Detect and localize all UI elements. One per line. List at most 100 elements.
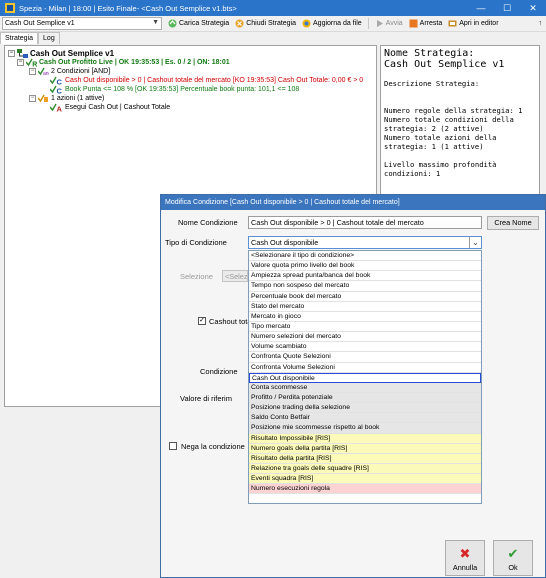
tree-condition-1-label: Cash Out disponibile > 0 | Cashout total… — [65, 77, 364, 84]
tree-rule-label: Cash Out Profitto Live | OK 19:35:53 | E… — [39, 59, 230, 66]
dropdown-option[interactable]: Numero esecuzioni regola — [249, 484, 481, 495]
maximize-button[interactable]: ☐ — [494, 0, 520, 16]
dropdown-option[interactable]: Confronta Quote Selezioni — [249, 352, 481, 363]
chevron-down-icon[interactable]: ⌄ — [469, 237, 481, 248]
collapse-icon[interactable]: − — [29, 95, 36, 102]
dropdown-option[interactable]: Numero selezioni del mercato — [249, 332, 481, 343]
collapse-icon[interactable]: − — [8, 50, 15, 57]
dropdown-option[interactable]: Saldo Conto Betfair — [249, 413, 481, 424]
tree-condition-1[interactable]: C Cash Out disponibile > 0 | Cashout tot… — [50, 76, 363, 85]
tree-action-1[interactable]: A Esegui Cash Out | Cashout Totale — [50, 103, 170, 112]
arresta-label: Arresta — [419, 20, 443, 27]
tipo-condizione-select[interactable]: Cash Out disponibile ⌄ — [248, 236, 482, 249]
arresta-button[interactable]: Arresta — [409, 19, 443, 28]
tipo-condizione-label: Tipo di Condizione — [165, 238, 227, 247]
pin-icon[interactable]: ↑ — [539, 20, 543, 27]
dialog-title: Modifica Condizione [Cash Out disponibil… — [161, 195, 545, 210]
tree-and-group-label: 2 Condizioni [AND] — [51, 68, 111, 75]
description-line: Numero regole della strategia: 1 — [384, 106, 523, 115]
toolbar-separator — [367, 18, 369, 29]
dropdown-option[interactable]: Ampiezza spread punta/banca del book — [249, 271, 481, 282]
dropdown-option-selected[interactable]: Cash Out disponibile — [249, 372, 481, 383]
description-line: Numero totale azioni della — [384, 133, 497, 142]
ok-button[interactable]: ✔ Ok — [493, 540, 533, 576]
avvia-label: Avvia — [385, 20, 403, 27]
apri-label: Apri in editor — [459, 20, 499, 27]
tree-root[interactable]: − Cash Out Semplice v1 — [8, 49, 114, 58]
dropdown-option[interactable]: Risultato Impossibile [RIS] — [249, 433, 481, 444]
description-heading: Nome Strategia: — [384, 48, 475, 59]
dropdown-option[interactable]: Stato del mercato — [249, 302, 481, 312]
svg-text:C: C — [57, 78, 63, 86]
load-icon — [168, 19, 177, 28]
description-line: Numero totale condizioni della — [384, 115, 514, 124]
chiudi-label: Chiudi Strategia — [246, 20, 297, 27]
svg-text:C: C — [57, 87, 63, 95]
apri-in-editor-button[interactable]: Apri in editor — [448, 19, 499, 28]
chevron-down-icon: ▼ — [152, 19, 159, 26]
tree-rule[interactable]: − R Cash Out Profitto Live | OK 19:35:53… — [17, 58, 230, 67]
check-icon: ✔ — [507, 546, 519, 561]
chiudi-strategia-button[interactable]: Chiudi Strategia — [235, 19, 296, 28]
cashout-totale-label: Cashout tota — [209, 317, 252, 326]
crea-nome-button[interactable]: Crea Nome — [487, 216, 539, 230]
aggiorna-da-file-button[interactable]: Aggiorna da file — [302, 19, 362, 28]
dropdown-option[interactable]: Tempo non sospeso del mercato — [249, 281, 481, 292]
tab-log[interactable]: Log — [38, 32, 60, 44]
tree-actions[interactable]: − 1 azioni (1 attive) — [29, 94, 104, 103]
selezione-label: Selezione — [180, 272, 213, 281]
nome-condizione-input[interactable]: Cash Out disponibile > 0 | Cashout total… — [248, 216, 482, 229]
minimize-button[interactable]: — — [468, 0, 494, 16]
action-icon: A — [50, 103, 63, 112]
strategy-select[interactable]: Cash Out Semplice v1 ▼ — [2, 17, 162, 30]
nega-condizione-checkbox[interactable] — [169, 442, 177, 450]
aggiorna-label: Aggiorna da file — [313, 20, 362, 27]
dropdown-option[interactable]: Risultato della partita [RIS] — [249, 453, 481, 464]
dropdown-option[interactable]: Mercato in gioco — [249, 312, 481, 322]
dropdown-option[interactable]: Percentuale book del mercato — [249, 292, 481, 302]
svg-text:A: A — [57, 105, 63, 113]
collapse-icon[interactable]: − — [29, 68, 36, 75]
selezione-select[interactable]: <Selezio — [222, 270, 248, 282]
tree-root-label: Cash Out Semplice v1 — [30, 49, 115, 58]
title-bar: Spezia - Milan | 18:00 | Esito Finale- <… — [0, 0, 546, 16]
annulla-button[interactable]: ✖ Annulla — [445, 540, 485, 576]
actions-icon — [38, 94, 48, 103]
close-button[interactable]: ✕ — [520, 0, 546, 16]
dropdown-option[interactable]: Posizione trading della selezione — [249, 403, 481, 414]
dropdown-option[interactable]: Valore quota primo livello del book — [249, 261, 481, 272]
strategy-select-value: Cash Out Semplice v1 — [5, 20, 75, 27]
play-icon — [376, 20, 383, 27]
close-strategy-icon — [235, 19, 244, 28]
ok-label: Ok — [508, 563, 518, 572]
dropdown-option[interactable]: Posizione mie scommesse rispetto al book — [249, 423, 481, 434]
dropdown-option[interactable]: Conta scommesse — [249, 382, 481, 393]
dropdown-option[interactable]: Numero goals della partita [RIS] — [249, 443, 481, 454]
nega-condizione-label: Nega la condizione — [181, 442, 245, 451]
window-title: Spezia - Milan | 18:00 | Esito Finale- <… — [19, 3, 237, 13]
collapse-icon[interactable]: − — [17, 59, 24, 66]
tree-condition-2[interactable]: C Book Punta <= 108 % [OK 19:35:53] Perc… — [50, 85, 299, 94]
tab-bar: Strategia Log — [0, 32, 60, 44]
dropdown-option[interactable]: Relazione tra goals delle squadre [RIS] — [249, 463, 481, 475]
condition-icon: C — [50, 85, 63, 94]
avvia-button[interactable]: Avvia — [375, 19, 403, 28]
carica-strategia-button[interactable]: Carica Strategia — [168, 19, 229, 28]
dropdown-option[interactable]: Confronta Volume Selezioni — [249, 363, 481, 373]
tree-and-group[interactable]: − and 2 Condizioni [AND] — [29, 67, 110, 76]
dropdown-option[interactable]: Tipo mercato — [249, 322, 481, 333]
dropdown-option[interactable]: Profitto / Perdita potenziale — [249, 392, 481, 404]
tree-actions-label: 1 azioni (1 attive) — [51, 95, 105, 102]
strategy-description: Nome Strategia: Cash Out Semplice v1 Des… — [380, 45, 540, 195]
description-name: Cash Out Semplice v1 — [384, 59, 505, 70]
cashout-totale-checkbox[interactable]: ✓ — [198, 317, 206, 325]
valore-riferimento-label: Valore di riferim — [180, 394, 232, 403]
tab-strategia[interactable]: Strategia — [0, 32, 39, 44]
dropdown-option[interactable]: Eventi squadra [RIS] — [249, 474, 481, 485]
app-icon — [5, 3, 15, 13]
description-label: Descrizione Strategia: — [384, 79, 480, 88]
dropdown-option[interactable]: <Selezionare il tipo di condizione> — [249, 251, 481, 262]
dropdown-option[interactable]: Volume scambiato — [249, 342, 481, 353]
annulla-label: Annulla — [452, 563, 478, 572]
strategy-icon — [17, 49, 28, 58]
